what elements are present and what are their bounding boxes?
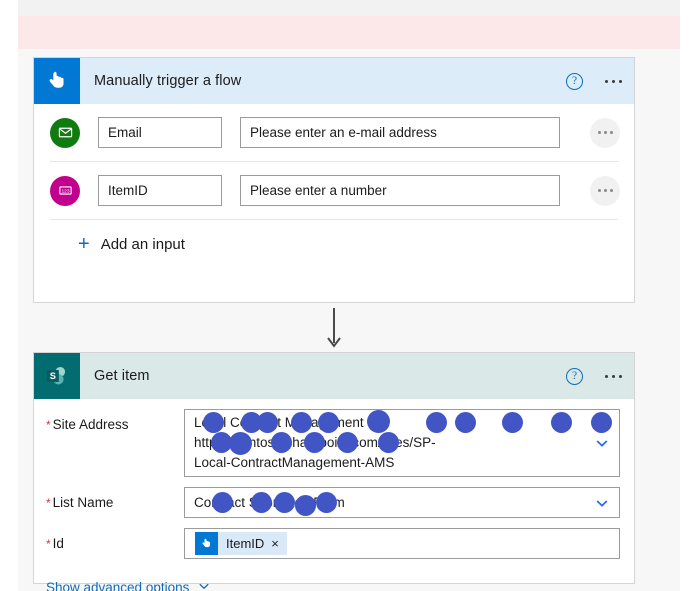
- show-advanced-options-button[interactable]: Show advanced options: [34, 579, 634, 591]
- close-icon[interactable]: ×: [271, 536, 287, 551]
- input-placeholder-field[interactable]: Please enter an e-mail address: [240, 117, 560, 148]
- show-advanced-options-label: Show advanced options: [46, 580, 190, 591]
- input-more-options-button[interactable]: [590, 175, 620, 206]
- input-name-value: Email: [108, 125, 142, 140]
- action-more-options-button[interactable]: [605, 374, 622, 378]
- site-address-label: Site Address: [52, 417, 129, 432]
- token-label: ItemID: [226, 536, 265, 551]
- error-banner: [18, 16, 680, 49]
- dynamic-content-token[interactable]: ItemID ×: [195, 532, 287, 555]
- id-token-field[interactable]: ItemID ×: [184, 528, 620, 559]
- envelope-icon: [50, 117, 80, 148]
- input-name-field[interactable]: Email: [98, 117, 222, 148]
- site-address-combobox[interactable]: Local Contract Management - https://cont…: [184, 409, 620, 477]
- list-name-combobox[interactable]: Contract Submitted Form: [184, 487, 620, 518]
- add-an-input-label: Add an input: [100, 235, 185, 253]
- field-row-list-name: * List Name Contract Submitted Form: [34, 487, 634, 518]
- list-name-value: Contract Submitted Form: [194, 491, 585, 516]
- input-placeholder-value: Please enter an e-mail address: [250, 125, 437, 140]
- id-label: Id: [52, 536, 64, 551]
- site-address-line-1: Local Contract Management - https://cont…: [194, 415, 436, 450]
- input-placeholder-value: Please enter a number: [250, 183, 387, 198]
- field-row-site-address: * Site Address Local Contract Management …: [34, 409, 634, 477]
- add-an-input-button[interactable]: + Add an input: [34, 220, 634, 268]
- required-asterisk: *: [46, 537, 51, 551]
- action-header-actions: ?: [566, 353, 622, 399]
- svg-text:123: 123: [61, 189, 69, 195]
- trigger-card[interactable]: Manually trigger a flow ? Email Please e…: [33, 57, 635, 303]
- input-name-field[interactable]: ItemID: [98, 175, 222, 206]
- input-more-options-button[interactable]: [590, 117, 620, 148]
- chevron-down-icon[interactable]: [594, 495, 610, 511]
- top-gray-strip: [18, 0, 680, 16]
- arrow-down-icon: [327, 308, 341, 350]
- action-card-body: * Site Address Local Contract Management …: [34, 409, 634, 591]
- input-name-value: ItemID: [108, 183, 148, 198]
- touch-hand-icon: [34, 58, 80, 104]
- help-icon[interactable]: ?: [566, 72, 583, 90]
- required-asterisk: *: [46, 496, 51, 510]
- action-card-header[interactable]: S Get item ?: [34, 353, 634, 399]
- action-card-get-item[interactable]: S Get item ? * Site Address Local Contrac…: [33, 352, 635, 591]
- trigger-more-options-button[interactable]: [605, 79, 622, 83]
- required-asterisk: *: [46, 418, 51, 432]
- chevron-down-icon[interactable]: [594, 435, 610, 451]
- field-label-id: * Id: [46, 528, 184, 551]
- trigger-card-body: Email Please enter an e-mail address 123: [34, 104, 634, 268]
- sharepoint-icon: S: [34, 353, 80, 399]
- flow-designer-canvas: Manually trigger a flow ? Email Please e…: [0, 0, 696, 591]
- site-address-line-2: Local-ContractManagement-AMS: [194, 455, 395, 470]
- number-123-icon: 123: [50, 175, 80, 206]
- trigger-input-row[interactable]: Email Please enter an e-mail address: [34, 104, 634, 161]
- field-row-id: * Id ItemID ×: [34, 528, 634, 559]
- trigger-card-title: Manually trigger a flow: [94, 73, 242, 89]
- touch-hand-icon: [195, 532, 218, 555]
- field-label-site-address: * Site Address: [46, 409, 184, 432]
- input-placeholder-field[interactable]: Please enter a number: [240, 175, 560, 206]
- site-address-value: Local Contract Management - https://cont…: [194, 410, 612, 473]
- trigger-input-row[interactable]: 123 ItemID Please enter a number: [34, 162, 634, 219]
- list-name-line-1: Contract Submitted Form: [194, 494, 345, 510]
- action-card-title: Get item: [94, 368, 150, 384]
- trigger-header-actions: ?: [566, 58, 622, 104]
- plus-icon: +: [78, 233, 90, 255]
- field-label-list-name: * List Name: [46, 487, 184, 510]
- svg-text:S: S: [50, 371, 56, 381]
- trigger-card-header[interactable]: Manually trigger a flow ?: [34, 58, 634, 104]
- list-name-label: List Name: [52, 495, 114, 510]
- chevron-down-icon: [197, 579, 211, 591]
- help-icon[interactable]: ?: [566, 367, 583, 385]
